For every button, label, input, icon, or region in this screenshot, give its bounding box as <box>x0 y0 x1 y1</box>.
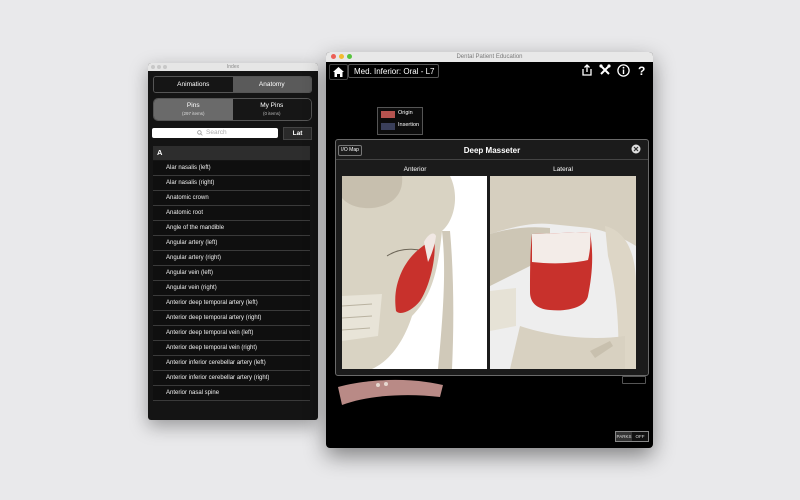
tools-icon[interactable] <box>599 64 611 76</box>
anterior-label: Anterior <box>403 166 427 173</box>
close-icon[interactable] <box>631 144 641 154</box>
index-title: Index <box>226 64 240 70</box>
share-icon[interactable] <box>581 64 593 76</box>
pins-toggle: Pins (297 items) My Pins (0 items) <box>153 98 312 121</box>
index-list: Alar nasalis (left) Alar nasalis (right)… <box>153 161 310 401</box>
list-item[interactable]: Angular artery (right) <box>153 251 310 266</box>
pins-button[interactable]: Pins (297 items) <box>154 99 233 120</box>
list-item[interactable]: Angular vein (left) <box>153 266 310 281</box>
list-item[interactable]: Anterior deep temporal vein (right) <box>153 341 310 356</box>
help-icon[interactable]: ? <box>637 64 647 77</box>
my-pins-count: (0 items) <box>262 111 281 116</box>
pins-count: (297 items) <box>181 111 205 116</box>
footer-toggle-right[interactable]: OFF <box>632 432 648 441</box>
lateral-skull-illustration <box>490 176 636 369</box>
deep-masseter-popup: I/O Map Deep Masseter Anterior Lateral <box>335 139 649 376</box>
list-item[interactable]: Anterior deep temporal vein (left) <box>153 326 310 341</box>
list-item[interactable]: Alar nasalis (right) <box>153 176 310 191</box>
main-window: Dental Patient Education Med. Inferior: … <box>326 52 653 448</box>
list-item[interactable]: Anatomic crown <box>153 191 310 206</box>
index-tabs: Animations Anatomy <box>153 76 312 93</box>
popup-divider <box>336 159 648 160</box>
origin-swatch <box>381 111 395 118</box>
tab-anatomy[interactable]: Anatomy <box>232 77 311 92</box>
lateral-label: Lateral <box>553 166 573 173</box>
list-item[interactable]: Anatomic root <box>153 206 310 221</box>
footer-toggle[interactable]: PARKS OFF <box>615 431 649 442</box>
list-item[interactable]: Anterior inferior cerebellar artery (rig… <box>153 371 310 386</box>
search-field[interactable]: Search <box>152 128 278 138</box>
image-divider <box>487 176 490 369</box>
section-header: A <box>153 146 310 160</box>
info-icon[interactable] <box>617 64 630 77</box>
list-item[interactable]: Anterior deep temporal artery (right) <box>153 311 310 326</box>
insertion-label: Insertion <box>398 122 420 128</box>
main-title: Dental Patient Education <box>456 54 523 60</box>
main-titlebar: Dental Patient Education <box>326 52 653 62</box>
anterior-skull-illustration <box>342 176 487 369</box>
list-item[interactable]: Anterior nasal spine <box>153 386 310 401</box>
insertion-swatch <box>381 123 395 130</box>
lat-button[interactable]: Lat <box>283 127 312 140</box>
origin-label: Origin <box>398 110 413 116</box>
tab-animations[interactable]: Animations <box>154 77 233 92</box>
lateral-view-image <box>490 176 636 369</box>
my-pins-label: My Pins <box>260 102 284 109</box>
footer-toggle-left[interactable]: PARKS <box>616 432 632 441</box>
svg-text:?: ? <box>638 64 645 77</box>
small-toggle[interactable] <box>622 376 646 384</box>
anterior-view-image <box>342 176 487 369</box>
list-item[interactable]: Anterior inferior cerebellar artery (lef… <box>153 356 310 371</box>
home-icon <box>333 67 344 77</box>
my-pins-button[interactable]: My Pins (0 items) <box>232 99 311 120</box>
home-button[interactable] <box>329 64 348 80</box>
pins-label: Pins <box>186 102 200 109</box>
origin-insertion-legend: Origin Insertion <box>377 107 423 135</box>
index-window: Index Animations Anatomy Pins (297 items… <box>148 63 318 420</box>
list-item[interactable]: Anterior deep temporal artery (left) <box>153 296 310 311</box>
popup-title: Deep Masseter <box>463 146 521 155</box>
breadcrumb[interactable]: Med. Inferior: Oral - L7 <box>348 64 439 78</box>
search-icon <box>197 130 203 136</box>
search-placeholder: Search <box>206 129 227 136</box>
background-jaw-illustration <box>338 379 443 405</box>
index-titlebar: Index <box>148 63 318 71</box>
list-item[interactable]: Angular artery (left) <box>153 236 310 251</box>
list-item[interactable]: Alar nasalis (left) <box>153 161 310 176</box>
list-item[interactable]: Angular vein (right) <box>153 281 310 296</box>
list-item[interactable]: Angle of the mandible <box>153 221 310 236</box>
